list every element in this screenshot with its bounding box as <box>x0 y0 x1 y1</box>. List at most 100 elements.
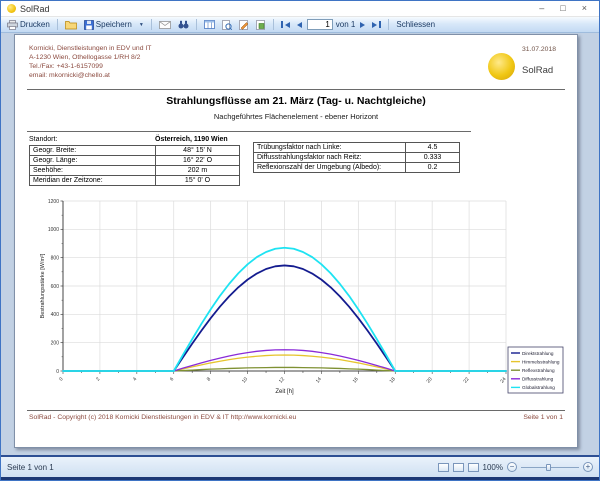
row-value: 0.333 <box>406 153 460 163</box>
minimize-button[interactable]: – <box>539 4 544 13</box>
geo-table-row: Seehöhe:202 m <box>30 166 240 176</box>
location-row: Standort: Österreich, 1190 Wien <box>29 134 228 144</box>
row-value: 15° 0' O <box>156 176 240 186</box>
zoom-slider-handle[interactable] <box>546 464 551 471</box>
printer-icon <box>7 20 18 30</box>
page-magnifier-icon <box>222 20 232 30</box>
row-value: 16° 22' O <box>156 156 240 166</box>
row-label: Geogr. Breite: <box>30 146 156 156</box>
row-label: Seehöhe: <box>30 166 156 176</box>
solrad-logo-text: SolRad <box>522 65 553 76</box>
param-table-row: Trübungsfaktor nach Linke:4.5 <box>254 143 460 153</box>
sender-address-block: Kornicki, Dienstleistungen in EDV und IT… <box>29 44 151 80</box>
window-title: SolRad <box>20 4 50 14</box>
row-label: Trübungsfaktor nach Linke: <box>254 143 406 153</box>
save-dropdown-button[interactable]: ▼ <box>137 21 146 29</box>
footer-copyright: SolRad - Copyright (c) 2018 Kornicki Die… <box>29 414 296 421</box>
export-page-button[interactable] <box>254 19 268 31</box>
report-subtitle: Nachgeführtes Flächenelement - ebener Ho… <box>15 112 577 121</box>
footer-page-number: Seite 1 von 1 <box>523 414 563 421</box>
x-tick-label: 10 <box>241 376 249 384</box>
chevron-down-icon: ▼ <box>139 22 144 28</box>
x-tick-label: 14 <box>315 376 323 384</box>
report-title: Strahlungsflüsse am 21. März (Tag- u. Na… <box>15 95 577 107</box>
save-button[interactable]: Speichern <box>82 19 134 31</box>
legend-label: Reflexstrahlung <box>522 368 555 373</box>
close-preview-button[interactable]: Schliessen <box>394 19 437 30</box>
page-number-input[interactable] <box>307 19 333 30</box>
legend-label: Himmelsstrahlung <box>522 359 560 364</box>
print-preview-area[interactable]: Kornicki, Dienstleistungen in EDV und IT… <box>1 33 599 455</box>
open-button[interactable] <box>63 19 79 31</box>
report-date: 31.07.2018 <box>522 46 556 53</box>
toolbar-separator <box>196 19 197 30</box>
param-table-row: Reflexionszahl der Umgebung (Albedo):0.2 <box>254 163 460 173</box>
prev-page-button[interactable] <box>295 21 304 29</box>
close-button[interactable]: × <box>582 4 587 13</box>
y-tick-label: 1000 <box>48 227 59 233</box>
toolbar-separator <box>388 19 389 30</box>
find-button[interactable] <box>176 19 191 30</box>
x-tick-label: 2 <box>95 376 102 382</box>
x-tick-label: 0 <box>58 376 65 382</box>
x-tick-label: 12 <box>278 376 286 384</box>
row-value: 0.2 <box>406 163 460 173</box>
legend-label: Diffusstrahlung <box>522 377 554 382</box>
y-axis-title: Bestrahlungsstärke [W/m²] <box>40 253 46 318</box>
page-zoom-button[interactable] <box>220 19 234 31</box>
view-mode-1-button[interactable] <box>438 463 449 472</box>
folder-icon <box>65 20 77 30</box>
envelope-icon <box>159 21 171 29</box>
sender-line: Kornicki, Dienstleistungen in EDV und IT <box>29 44 151 53</box>
solrad-sun-logo-icon <box>488 53 515 80</box>
x-axis-title: Zeit [h] <box>275 389 294 395</box>
chart-grid <box>63 201 506 371</box>
x-tick-label: 24 <box>499 376 507 384</box>
legend-label: Globalstrahlung <box>522 385 555 390</box>
x-tick-label: 8 <box>206 376 213 382</box>
zoom-out-button[interactable]: − <box>507 462 517 472</box>
email-button[interactable] <box>157 20 173 30</box>
print-button[interactable]: Drucken <box>5 19 52 31</box>
window-controls: – □ × <box>539 4 593 13</box>
geo-table: Geogr. Breite:48° 15' NGeogr. Länge:16° … <box>29 145 240 186</box>
close-preview-label: Schliessen <box>396 20 435 29</box>
toolbar: Drucken Speichern ▼ <box>1 16 599 33</box>
row-label: Reflexionszahl der Umgebung (Albedo): <box>254 163 406 173</box>
section-divider <box>27 131 471 132</box>
irradiance-chart: 0200400600800100012000246810121416182022… <box>37 195 567 401</box>
geo-table-row: Geogr. Länge:16° 22' O <box>30 156 240 166</box>
floppy-disk-icon <box>84 20 94 30</box>
toolbar-separator <box>273 19 274 30</box>
zoom-in-button[interactable]: + <box>583 462 593 472</box>
view-mode-2-button[interactable] <box>453 463 464 472</box>
export-page-icon <box>256 20 266 30</box>
edit-page-button[interactable] <box>237 19 251 31</box>
row-label: Diffusstrahlungsfaktor nach Reitz: <box>254 153 406 163</box>
zoom-slider[interactable] <box>521 463 579 472</box>
next-page-button[interactable] <box>358 21 367 29</box>
y-tick-label: 400 <box>51 312 60 318</box>
last-page-button[interactable] <box>370 20 383 29</box>
sender-line: A-1230 Wien, Othellogasse 1/RH 8/2 <box>29 53 151 62</box>
view-mode-3-button[interactable] <box>468 463 479 472</box>
row-value: 202 m <box>156 166 240 176</box>
triangle-right-icon <box>360 22 365 28</box>
first-page-button[interactable] <box>279 20 292 29</box>
page-of-label: von 1 <box>336 20 356 29</box>
geo-table-row: Meridian der Zeitzone:15° 0' O <box>30 176 240 186</box>
layout-columns-button[interactable] <box>202 19 217 30</box>
chart-legend: Direktstrahlung Himmelsstrahlung Reflexstr… <box>508 347 563 393</box>
legend-label: Direktstrahlung <box>522 351 554 356</box>
y-tick-label: 1200 <box>48 199 59 205</box>
triangle-right-icon <box>372 22 377 28</box>
geo-table-row: Geogr. Breite:48° 15' N <box>30 146 240 156</box>
location-label: Standort: <box>29 136 155 143</box>
x-tick-label: 20 <box>426 376 434 384</box>
y-tick-label: 600 <box>51 284 60 290</box>
row-value: 4.5 <box>406 143 460 153</box>
binoculars-icon <box>178 20 189 29</box>
maximize-button[interactable]: □ <box>560 4 565 13</box>
app-sun-icon <box>7 4 16 13</box>
pencil-page-icon <box>239 20 249 30</box>
